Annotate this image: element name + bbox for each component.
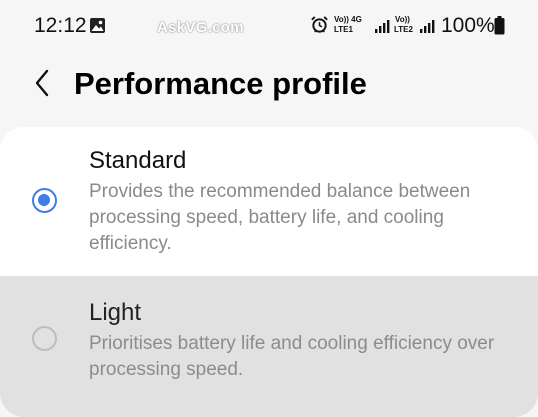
sim2-lte-label: LTE2 [394, 25, 413, 34]
signal-icon [420, 20, 435, 33]
status-time: 12:12 [34, 14, 87, 37]
sim2-network-label: Vo)) [395, 15, 410, 24]
gallery-icon [90, 18, 105, 33]
battery-percentage: 100% [441, 14, 495, 37]
page-title: Performance profile [74, 66, 367, 101]
status-bar: 12:12 AskVG.com Vo)) 4G LTE1 Vo)) LTE2 1… [0, 0, 538, 52]
option-title: Light [89, 299, 142, 326]
radio-button-selected[interactable] [32, 188, 57, 213]
option-description: Prioritises battery life and cooling eff… [89, 333, 495, 380]
radio-button-unselected[interactable] [32, 326, 57, 351]
option-description: Provides the recommended balance between… [89, 181, 471, 254]
back-button[interactable] [26, 66, 58, 100]
option-standard[interactable]: Standard Provides the recommended balanc… [0, 127, 538, 276]
watermark-text: AskVG.com [157, 19, 244, 36]
options-card: Standard Provides the recommended balanc… [0, 127, 538, 417]
sim1-lte-label: LTE1 [334, 25, 353, 34]
alarm-icon [311, 16, 328, 33]
app-header: Performance profile [0, 52, 538, 122]
signal-icon [375, 20, 390, 33]
option-title: Standard [89, 147, 187, 174]
sim1-network-label: Vo)) 4G [334, 15, 362, 24]
battery-icon [494, 16, 505, 35]
chevron-left-icon [35, 69, 49, 97]
option-light[interactable]: Light Prioritises battery life and cooli… [0, 276, 538, 417]
